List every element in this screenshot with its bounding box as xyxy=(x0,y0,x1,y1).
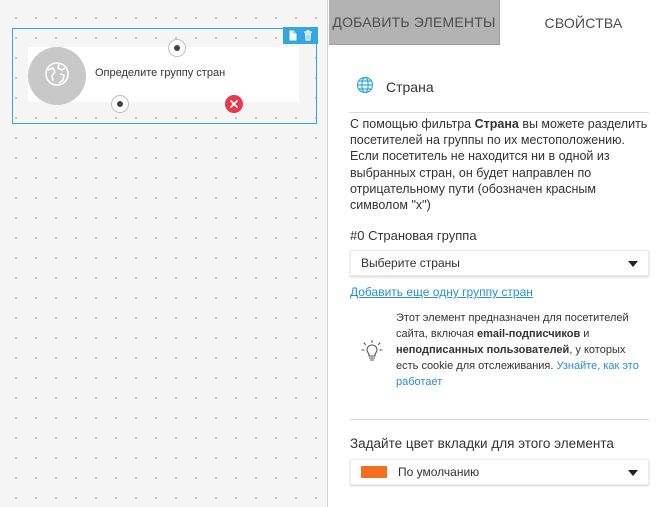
node-input-port[interactable] xyxy=(168,39,186,57)
tab-add-elements[interactable]: ДОБАВИТЬ ЭЛЕМЕНТЫ xyxy=(329,0,500,45)
filter-description: С помощью фильтра Страна вы можете разде… xyxy=(350,117,648,213)
country-select-value: Выберите страны xyxy=(361,256,460,270)
tab-color-select[interactable]: По умолчанию xyxy=(350,459,649,485)
globe-icon xyxy=(356,76,374,97)
country-select[interactable]: Выберите страны xyxy=(350,250,649,276)
trash-icon[interactable] xyxy=(303,30,313,41)
flow-canvas[interactable]: Определите группу стран xyxy=(0,0,328,507)
node-icon-circle xyxy=(28,47,86,105)
caret-down-icon xyxy=(628,470,638,476)
node-negative-port[interactable] xyxy=(225,95,243,113)
country-group-title: #0 Страновая группа xyxy=(350,228,477,243)
node-actions-bar xyxy=(283,27,318,44)
node-label: Определите группу стран xyxy=(95,67,226,79)
lightbulb-icon xyxy=(361,339,383,368)
info-text: Этот элемент предназначен для посетителе… xyxy=(396,312,639,388)
title-divider xyxy=(349,112,649,113)
tab-color-value: По умолчанию xyxy=(398,465,480,479)
section-title: Страна xyxy=(356,76,434,97)
panel-tabs: ДОБАВИТЬ ЭЛЕМЕНТЫ СВОЙСТВА xyxy=(329,0,667,45)
info-box: Этот элемент предназначен для посетителе… xyxy=(359,310,649,396)
caret-down-icon xyxy=(628,261,638,267)
copy-icon[interactable] xyxy=(288,30,298,41)
section-divider xyxy=(350,419,649,420)
properties-panel: ДОБАВИТЬ ЭЛЕМЕНТЫ СВОЙСТВА Страна С помо… xyxy=(329,0,667,507)
add-country-group-link[interactable]: Добавить еще одну группу стран xyxy=(350,285,533,299)
tab-properties[interactable]: СВОЙСТВА xyxy=(500,0,667,45)
node-positive-port[interactable] xyxy=(111,95,129,113)
tab-color-title: Задайте цвет вкладки для этого элемента xyxy=(350,436,614,451)
globe-icon xyxy=(42,59,72,94)
section-title-text: Страна xyxy=(386,78,434,95)
color-swatch xyxy=(361,466,387,478)
close-icon xyxy=(230,95,238,113)
